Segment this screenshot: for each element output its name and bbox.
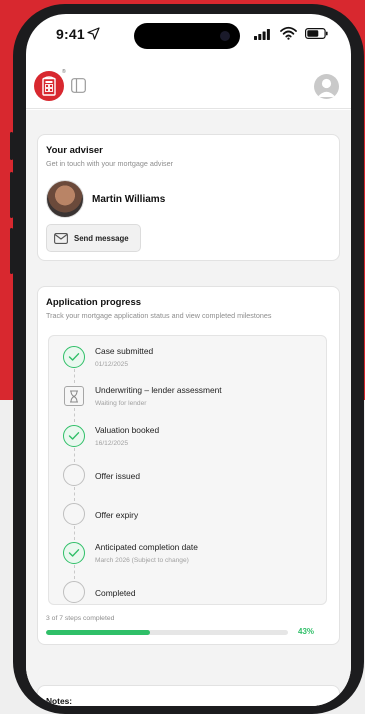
wifi-icon: [280, 26, 297, 40]
milestone-case-submitted: Case submitted 01/12/2025: [49, 343, 328, 373]
mail-icon: [54, 232, 68, 244]
battery-icon: [305, 28, 328, 39]
status-time: 9:41: [56, 26, 85, 42]
milestone-detail: 16/12/2025: [95, 440, 129, 447]
milestone-anticipated-completion: Anticipated completion date March 2026 (…: [49, 539, 328, 569]
send-message-label: Send message: [74, 233, 129, 243]
user-avatar-icon: [317, 78, 336, 97]
check-circle-icon: [63, 346, 85, 368]
milestone-name: Case submitted: [95, 346, 154, 356]
app-header: ®: [26, 64, 351, 109]
registered-mark: ®: [62, 69, 66, 75]
notes-card: Notes:: [37, 685, 340, 706]
adviser-card-title: Your adviser: [46, 145, 103, 156]
milestone-detail: Waiting for lender: [95, 400, 147, 407]
empty-circle-icon: [63, 581, 85, 603]
milestone-detail: 01/12/2025: [95, 361, 129, 368]
milestone-name: Offer expiry: [95, 510, 139, 520]
steps-completed-text: 3 of 7 steps completed: [46, 615, 115, 622]
brand-logo[interactable]: [34, 71, 64, 101]
volume-up-button: [10, 172, 13, 218]
main-content: Your adviser Get in touch with your mort…: [26, 110, 351, 706]
progress-bar-fill: [46, 630, 151, 635]
milestone-name: Offer issued: [95, 471, 140, 481]
adviser-row: Martin Williams: [46, 180, 165, 218]
volume-down-button: [10, 228, 13, 274]
empty-circle-icon: [63, 464, 85, 486]
milestone-offer-issued: Offer issued: [49, 461, 328, 491]
milestone-name: Valuation booked: [95, 425, 160, 435]
milestone-offer-expiry: Offer expiry: [49, 500, 328, 530]
milestone-completed: Completed: [49, 578, 328, 608]
milestone-name: Underwriting – lender assessment: [95, 385, 222, 395]
location-arrow-icon: [87, 27, 100, 40]
application-progress-card: Application progress Track your mortgage…: [37, 286, 340, 645]
progress-card-title: Application progress: [46, 297, 142, 308]
milestone-detail: March 2026 (Subject to change): [95, 557, 189, 564]
check-circle-icon: [63, 425, 85, 447]
milestones-list: Case submitted 01/12/2025 Underwriting –…: [48, 335, 327, 605]
progress-percent: 43%: [298, 627, 315, 636]
milestone-valuation-booked: Valuation booked 16/12/2025: [49, 422, 328, 452]
action-button: [10, 132, 13, 160]
sidebar-toggle-icon[interactable]: [71, 78, 86, 93]
check-circle-icon: [63, 542, 85, 564]
progress-card-subtitle: Track your mortgage application status a…: [46, 311, 272, 320]
phone-screen: 9:41 ® Your adviser Get in touch with yo…: [26, 14, 351, 706]
empty-circle-icon: [63, 503, 85, 525]
notes-title: Notes:: [46, 696, 73, 706]
adviser-card-subtitle: Get in touch with your mortgage adviser: [46, 159, 174, 168]
user-avatar-button[interactable]: [314, 74, 339, 99]
adviser-card: Your adviser Get in touch with your mort…: [37, 134, 340, 261]
telephone-box-logo-icon: [42, 76, 56, 96]
send-message-button[interactable]: Send message: [46, 224, 141, 252]
progress-bar: [46, 630, 288, 635]
hourglass-icon: [64, 386, 84, 406]
adviser-name: Martin Williams: [92, 193, 166, 205]
adviser-photo: [46, 180, 84, 218]
milestone-name: Completed: [95, 588, 136, 598]
dynamic-island: [134, 23, 240, 49]
cellular-signal-icon: [254, 29, 270, 40]
milestone-name: Anticipated completion date: [95, 542, 198, 552]
status-bar: 9:41: [26, 14, 351, 56]
milestone-underwriting: Underwriting – lender assessment Waiting…: [49, 382, 328, 412]
